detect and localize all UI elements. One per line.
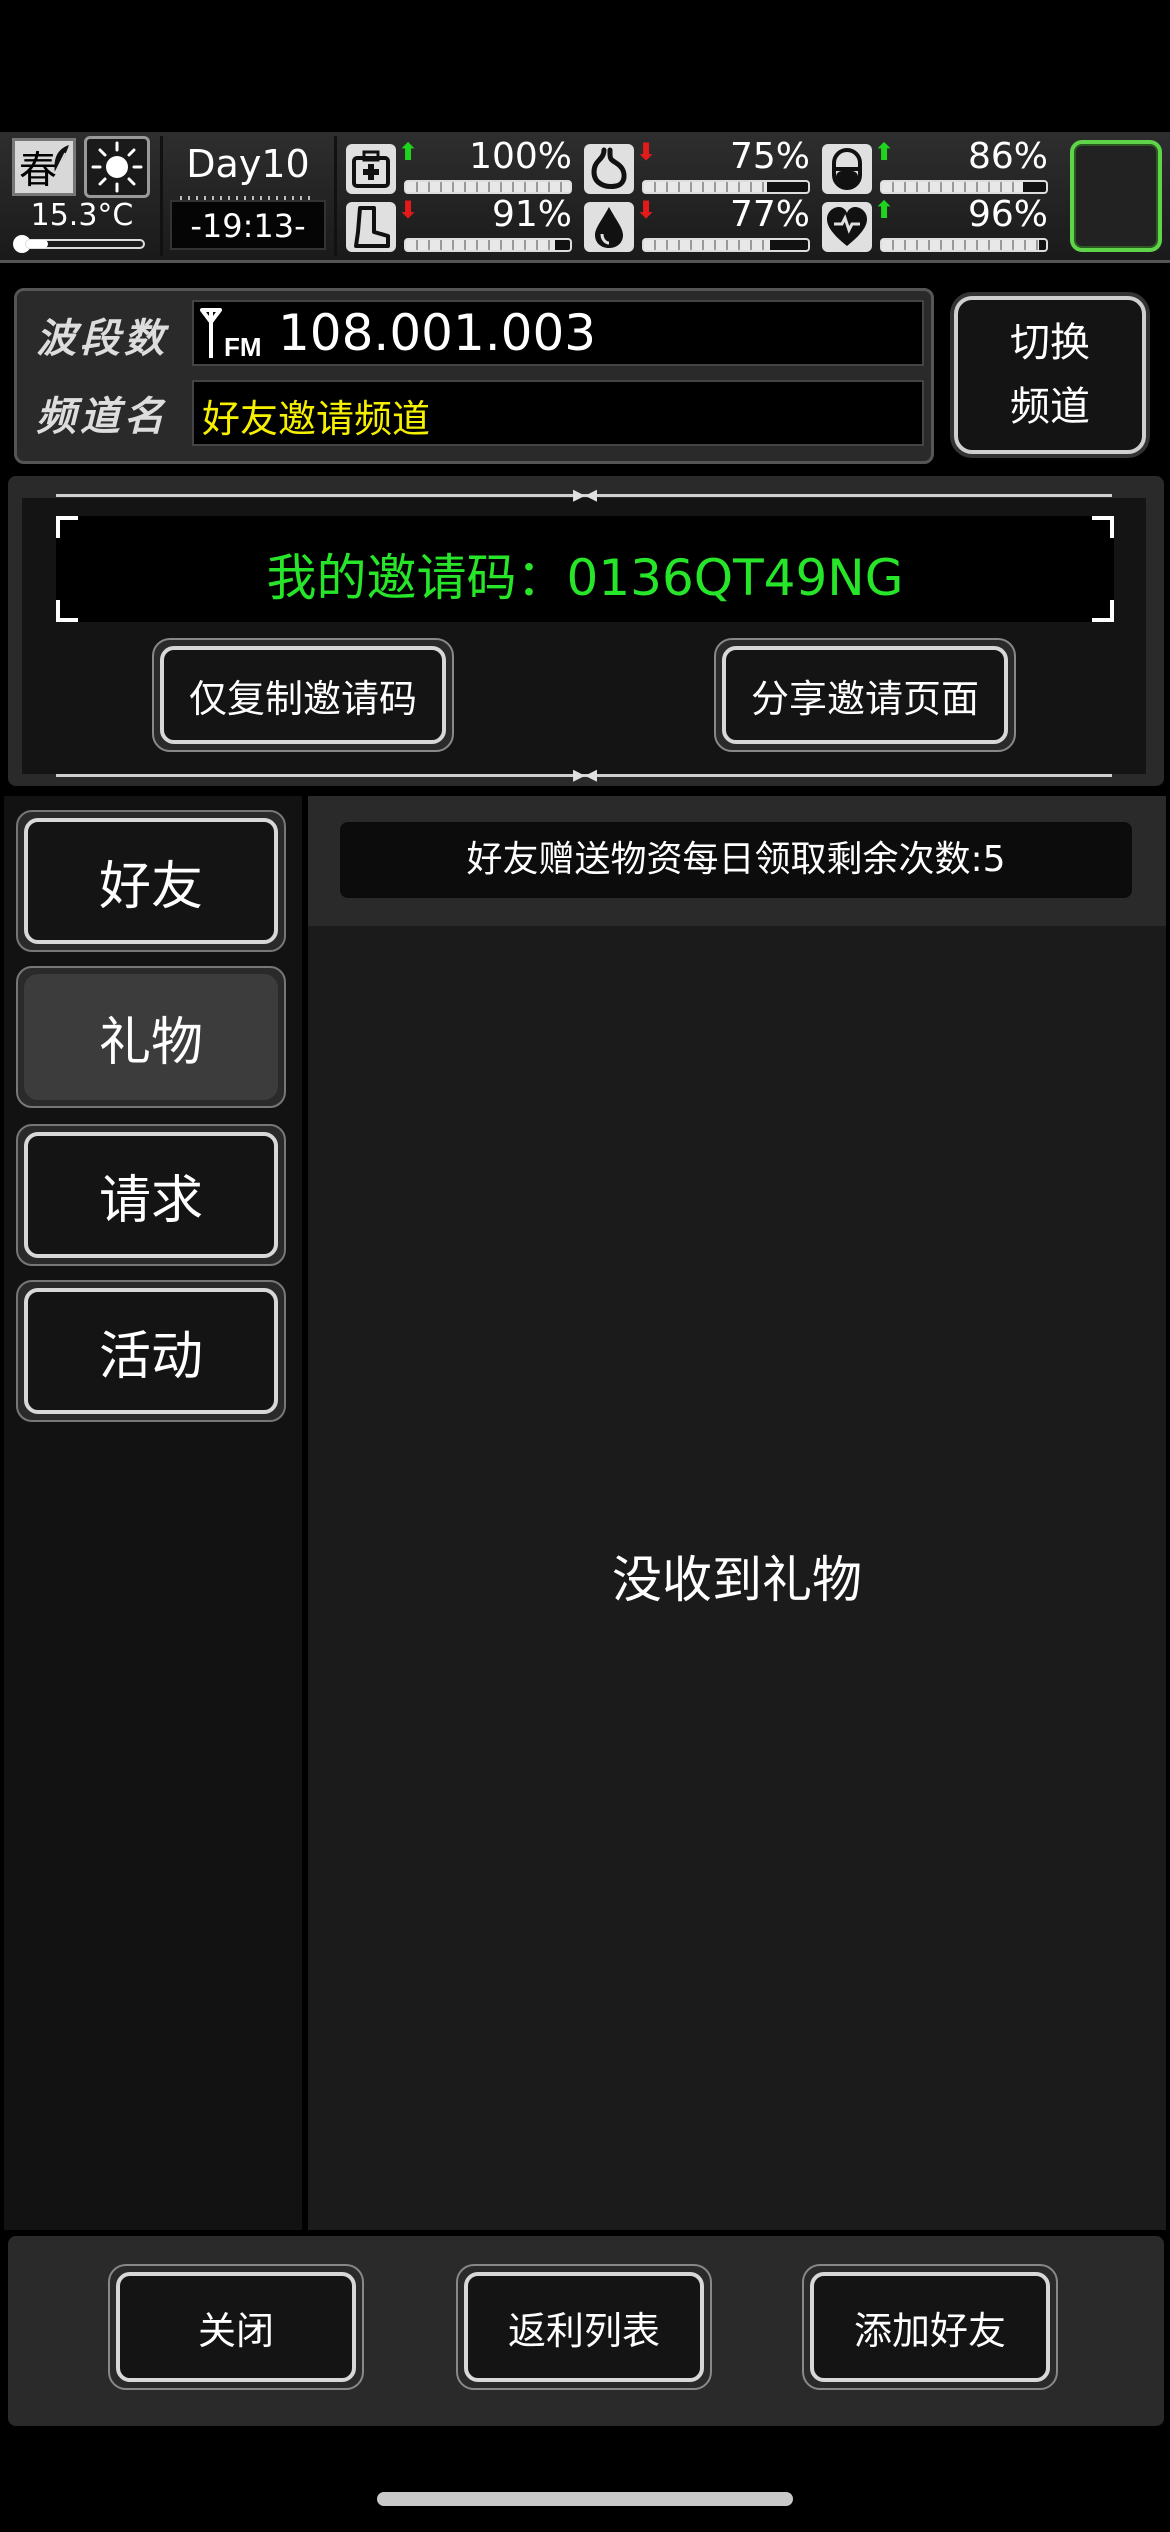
trend-arrow-icon: ⬇ bbox=[398, 196, 419, 224]
converging-arrows-icon: ▸◂ bbox=[572, 760, 598, 788]
share-invite-page-button[interactable]: 分享邀请页面 bbox=[714, 638, 1016, 752]
tab-label: 活动 bbox=[24, 1288, 278, 1414]
stat-bar-fill bbox=[406, 240, 556, 250]
add-friend-button[interactable]: 添加好友 bbox=[802, 2264, 1058, 2390]
tab-requests[interactable]: 请求 bbox=[16, 1124, 286, 1266]
thirst-stat: ⬇ 77% bbox=[584, 194, 814, 254]
close-label: 关闭 bbox=[116, 2272, 356, 2382]
converging-arrows-icon: ▸◂ bbox=[572, 480, 598, 508]
heart-icon bbox=[822, 202, 872, 252]
switch-channel-label-1: 切换 bbox=[1010, 320, 1090, 366]
medicine-stat: ⬆ 86% bbox=[822, 136, 1052, 196]
empty-gift-message: 没收到礼物 bbox=[612, 1551, 862, 1609]
trend-arrow-icon: ⬆ bbox=[874, 196, 895, 224]
channel-name: 好友邀请频道 bbox=[202, 397, 431, 441]
home-indicator[interactable] bbox=[377, 2492, 793, 2506]
stamina-stat: ⬇ 91% bbox=[346, 194, 576, 254]
boot-icon bbox=[346, 202, 396, 252]
tab-gifts[interactable]: 礼物 bbox=[16, 966, 286, 1108]
stat-value: 91% bbox=[491, 194, 572, 235]
daily-gift-remaining: 好友赠送物资每日领取剩余次数:5 bbox=[340, 822, 1132, 898]
switch-channel-button[interactable]: 切换 频道 bbox=[954, 296, 1146, 454]
copy-invite-code-label: 仅复制邀请码 bbox=[160, 646, 446, 744]
feather-icon bbox=[54, 145, 69, 174]
trend-arrow-icon: ⬆ bbox=[874, 138, 895, 166]
close-button[interactable]: 关闭 bbox=[108, 2264, 364, 2390]
stat-bar-fill bbox=[882, 240, 1040, 250]
stat-bar bbox=[404, 238, 572, 252]
status-divider bbox=[334, 136, 337, 256]
pill-icon bbox=[822, 144, 872, 194]
corner-bracket bbox=[56, 516, 78, 538]
copy-invite-code-button[interactable]: 仅复制邀请码 bbox=[152, 638, 454, 752]
rebate-list-label: 返利列表 bbox=[464, 2272, 704, 2382]
stat-bar-fill bbox=[406, 182, 570, 192]
share-invite-page-label: 分享邀请页面 bbox=[722, 646, 1008, 744]
status-divider bbox=[160, 136, 163, 256]
mood-stat: ⬆ 96% bbox=[822, 194, 1052, 254]
stat-bar-fill bbox=[644, 240, 771, 250]
gift-content-panel bbox=[308, 796, 1166, 2230]
stat-value: 86% bbox=[967, 136, 1048, 177]
stat-bar bbox=[404, 180, 572, 194]
temperature-readout: 15.3°C bbox=[30, 198, 134, 233]
stomach-icon bbox=[584, 144, 634, 194]
stat-bar-fill bbox=[644, 182, 767, 192]
thermometer-icon bbox=[13, 235, 145, 253]
hunger-stat: ⬇ 75% bbox=[584, 136, 814, 196]
stat-bar bbox=[642, 238, 810, 252]
tab-label: 礼物 bbox=[24, 974, 278, 1100]
game-clock: -19:13- bbox=[170, 200, 326, 250]
stat-bar bbox=[880, 238, 1048, 252]
band-label: 波段数 bbox=[36, 316, 168, 362]
stat-bar bbox=[642, 180, 810, 194]
stat-value: 100% bbox=[469, 136, 572, 177]
invite-code[interactable]: 我的邀请码：0136QT49NG bbox=[56, 538, 1114, 610]
sun-icon bbox=[91, 141, 143, 193]
tab-label: 好友 bbox=[24, 818, 278, 944]
trend-arrow-icon: ⬆ bbox=[398, 138, 419, 166]
channel-label: 频道名 bbox=[36, 394, 168, 440]
tab-activities[interactable]: 活动 bbox=[16, 1280, 286, 1422]
weather-box bbox=[84, 136, 150, 198]
trend-arrow-icon: ⬇ bbox=[636, 138, 657, 166]
season-badge: 春 bbox=[12, 138, 76, 196]
equipment-slot[interactable] bbox=[1070, 140, 1162, 252]
frequency-value: 108.001.003 bbox=[278, 304, 597, 362]
water-drop-icon bbox=[584, 202, 634, 252]
antenna-icon: FM bbox=[200, 308, 262, 362]
stat-value: 96% bbox=[967, 194, 1048, 235]
medkit-icon bbox=[346, 144, 396, 194]
switch-channel-label-2: 频道 bbox=[1010, 384, 1090, 430]
health-stat: ⬆ 100% bbox=[346, 136, 576, 196]
stat-value: 77% bbox=[729, 194, 810, 235]
stat-bar bbox=[880, 180, 1048, 194]
tab-label: 请求 bbox=[24, 1132, 278, 1258]
add-friend-label: 添加好友 bbox=[810, 2272, 1050, 2382]
svg-text:FM: FM bbox=[224, 332, 262, 362]
stat-value: 75% bbox=[729, 136, 810, 177]
day-counter: Day10 bbox=[186, 142, 310, 186]
tab-friends[interactable]: 好友 bbox=[16, 810, 286, 952]
trend-arrow-icon: ⬇ bbox=[636, 196, 657, 224]
stat-bar-fill bbox=[882, 182, 1024, 192]
corner-bracket bbox=[1092, 516, 1114, 538]
rebate-list-button[interactable]: 返利列表 bbox=[456, 2264, 712, 2390]
